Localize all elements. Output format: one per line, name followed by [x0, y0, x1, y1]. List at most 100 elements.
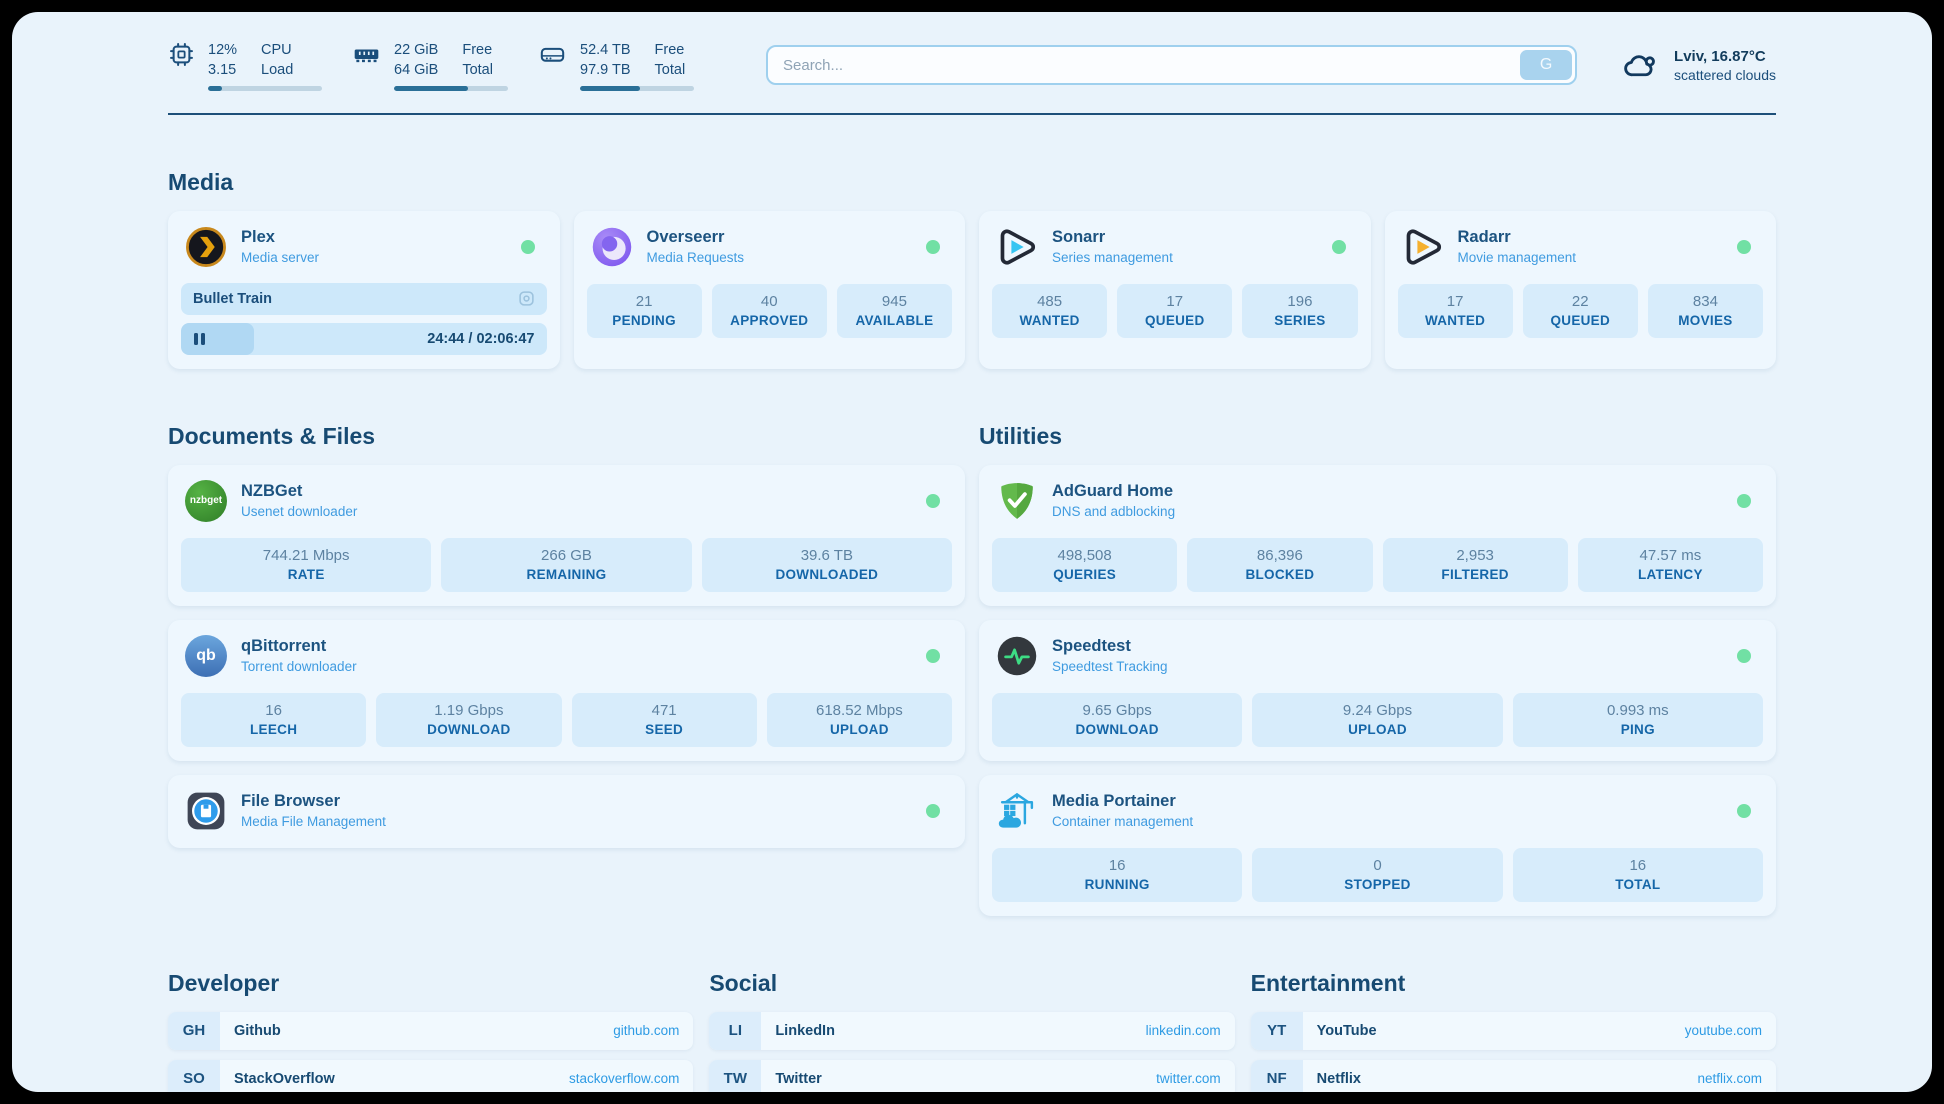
bookmark-name: YouTube	[1317, 1023, 1377, 1039]
service-card-speedtest[interactable]: Speedtest Speedtest Tracking 9.65 Gbps D…	[979, 620, 1776, 761]
stat-tile: 21 PENDING	[587, 284, 702, 338]
disk-stat: 52.4 TB 97.9 TB Free Total	[538, 40, 694, 91]
service-description: DNS and adblocking	[1052, 504, 1175, 519]
cpu-label-2: Load	[261, 60, 293, 80]
stat-tile: 485 WANTED	[992, 284, 1107, 338]
filebrowser-icon	[185, 790, 227, 832]
radarr-icon	[1402, 226, 1444, 268]
status-online-dot	[1737, 494, 1751, 508]
service-name: Overseerr	[647, 228, 745, 247]
bookmark-name: Github	[234, 1023, 281, 1039]
stat-tile: 618.52 Mbps UPLOAD	[767, 693, 952, 747]
section-title-social: Social	[709, 970, 1234, 997]
bookmark-abbr: NF	[1251, 1060, 1303, 1092]
bookmark-name: LinkedIn	[775, 1023, 835, 1039]
service-card-portainer[interactable]: Media Portainer Container management 16 …	[979, 775, 1776, 916]
bookmark-name: Twitter	[775, 1071, 821, 1087]
disk-label-2: Total	[655, 60, 686, 80]
service-card-sonarr[interactable]: Sonarr Series management 485 WANTED 17 Q…	[979, 211, 1371, 369]
bookmark-youtube[interactable]: YT YouTube youtube.com	[1251, 1012, 1776, 1050]
stat-label: SEED	[576, 722, 753, 737]
section-title-utilities: Utilities	[979, 423, 1776, 450]
memory-free: 22 GiB	[394, 40, 438, 60]
stat-label: UPLOAD	[771, 722, 948, 737]
status-online-dot	[521, 240, 535, 254]
memory-total: 64 GiB	[394, 60, 438, 80]
stat-tile: 16 TOTAL	[1513, 848, 1763, 902]
status-online-dot	[926, 240, 940, 254]
service-name: NZBGet	[241, 482, 357, 501]
cpu-progress-bar	[208, 86, 322, 91]
service-description: Media File Management	[241, 814, 386, 829]
cpu-percent: 12%	[208, 40, 237, 60]
stat-label: QUEUED	[1527, 313, 1634, 328]
disk-total: 97.9 TB	[580, 60, 631, 80]
stat-value: 0	[1256, 857, 1498, 874]
disk-progress-bar	[580, 86, 694, 91]
service-card-overseerr[interactable]: Overseerr Media Requests 21 PENDING 40 A…	[574, 211, 966, 369]
stat-label: QUERIES	[996, 567, 1173, 582]
stat-label: REMAINING	[445, 567, 687, 582]
stat-tile: 22 QUEUED	[1523, 284, 1638, 338]
stat-tile: 1.19 Gbps DOWNLOAD	[376, 693, 561, 747]
stat-value: 16	[185, 702, 362, 719]
stat-label: QUEUED	[1121, 313, 1228, 328]
status-online-dot	[926, 804, 940, 818]
bookmark-url: github.com	[613, 1023, 679, 1038]
service-description: Speedtest Tracking	[1052, 659, 1168, 674]
service-name: qBittorrent	[241, 637, 357, 656]
stat-value: 196	[1246, 293, 1353, 310]
bookmark-stackoverflow[interactable]: SO StackOverflow stackoverflow.com	[168, 1060, 693, 1092]
status-online-dot	[1737, 804, 1751, 818]
bookmark-url: netflix.com	[1697, 1071, 1762, 1086]
stat-value: 40	[716, 293, 823, 310]
stat-label: TOTAL	[1517, 877, 1759, 892]
service-description: Media Requests	[647, 250, 745, 265]
stat-value: 21	[591, 293, 698, 310]
stat-tile: 0 STOPPED	[1252, 848, 1502, 902]
stat-value: 834	[1652, 293, 1759, 310]
bookmark-twitter[interactable]: TW Twitter twitter.com	[709, 1060, 1234, 1092]
service-card-plex[interactable]: Plex Media server Bullet Train 24:44 / 0…	[168, 211, 560, 369]
service-card-nzbget[interactable]: nzbget NZBGet Usenet downloader 744.21 M…	[168, 465, 965, 606]
stat-label: WANTED	[1402, 313, 1509, 328]
bookmark-linkedin[interactable]: LI LinkedIn linkedin.com	[709, 1012, 1234, 1050]
sonarr-icon	[996, 226, 1038, 268]
bookmark-netflix[interactable]: NF Netflix netflix.com	[1251, 1060, 1776, 1092]
search-input[interactable]	[771, 57, 1520, 74]
cpu-loadavg: 3.15	[208, 60, 237, 80]
stat-label: RATE	[185, 567, 427, 582]
service-card-adguard[interactable]: AdGuard Home DNS and adblocking 498,508 …	[979, 465, 1776, 606]
weather-widget: Lviv, 16.87°C scattered clouds	[1619, 47, 1776, 83]
nzbget-icon: nzbget	[185, 480, 227, 522]
plex-icon	[185, 226, 227, 268]
stat-value: 9.24 Gbps	[1256, 702, 1498, 719]
stat-tile: 266 GB REMAINING	[441, 538, 691, 592]
stat-label: WANTED	[996, 313, 1103, 328]
bookmark-abbr: GH	[168, 1012, 220, 1050]
stat-value: 22	[1527, 293, 1634, 310]
status-online-dot	[1332, 240, 1346, 254]
stat-value: 266 GB	[445, 547, 687, 564]
service-card-qbittorrent[interactable]: qb qBittorrent Torrent downloader 16 LEE…	[168, 620, 965, 761]
stat-label: FILTERED	[1387, 567, 1564, 582]
playback-progress-bar: 24:44 / 02:06:47	[181, 323, 547, 355]
bookmark-abbr: YT	[1251, 1012, 1303, 1050]
bookmark-url: linkedin.com	[1146, 1023, 1221, 1038]
stat-label: DOWNLOAD	[380, 722, 557, 737]
stat-value: 1.19 Gbps	[380, 702, 557, 719]
stat-value: 16	[1517, 857, 1759, 874]
stat-tile: 471 SEED	[572, 693, 757, 747]
qbittorrent-icon: qb	[185, 635, 227, 677]
stat-value: 471	[576, 702, 753, 719]
memory-stat: 22 GiB 64 GiB Free Total	[352, 40, 508, 91]
stat-value: 2,953	[1387, 547, 1564, 564]
stat-tile: 17 QUEUED	[1117, 284, 1232, 338]
service-card-radarr[interactable]: Radarr Movie management 17 WANTED 22 QUE…	[1385, 211, 1777, 369]
stat-value: 47.57 ms	[1582, 547, 1759, 564]
bookmark-github[interactable]: GH Github github.com	[168, 1012, 693, 1050]
service-card-filebrowser[interactable]: File Browser Media File Management	[168, 775, 965, 848]
stat-value: 17	[1121, 293, 1228, 310]
bookmark-abbr: SO	[168, 1060, 220, 1092]
search-provider-button[interactable]: G	[1520, 50, 1572, 80]
